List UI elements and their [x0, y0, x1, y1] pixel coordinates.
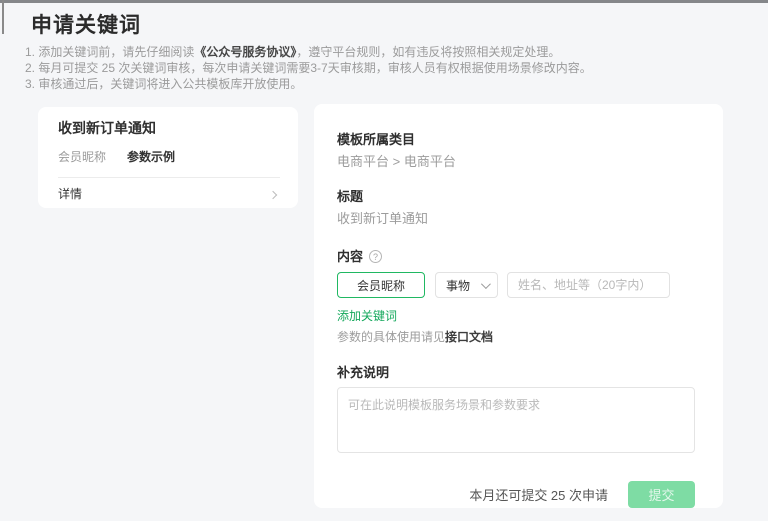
submit-button[interactable]: 提交: [628, 481, 695, 508]
title-value: 收到新订单通知: [337, 212, 695, 225]
preview-param-row: 会员昵称 参数示例: [58, 150, 280, 165]
detail-label: 详情: [58, 187, 82, 202]
title-label: 标题: [337, 190, 695, 203]
param-example-input[interactable]: [507, 272, 670, 298]
keyword-editor-row: 事物: [337, 272, 695, 298]
preview-detail-row[interactable]: 详情: [58, 187, 280, 202]
quota-text: 本月还可提交 25 次申请: [469, 485, 608, 504]
window-left-edge: [2, 0, 4, 34]
doc-hint-text: 参数的具体使用请见: [337, 330, 445, 344]
preview-divider: [58, 177, 280, 178]
chevron-right-icon: [269, 190, 277, 198]
page-title: 申请关键词: [31, 9, 141, 39]
content-label-row: 内容 ?: [337, 250, 695, 263]
api-doc-link[interactable]: 接口文档: [445, 330, 493, 344]
keyword-input[interactable]: [337, 272, 425, 298]
preview-param-key: 会员昵称: [58, 150, 106, 165]
param-type-select[interactable]: 事物: [435, 272, 498, 298]
service-agreement-link[interactable]: 《公众号服务协议》: [194, 45, 296, 59]
note-1-suffix: ，遵守平台规则，如有违反将按照相关规定处理。: [296, 45, 560, 59]
doc-hint: 参数的具体使用请见接口文档: [337, 330, 695, 345]
note-1-text: 1. 添加关键词前，请先仔细阅读: [25, 45, 194, 59]
template-preview-card: 收到新订单通知 会员昵称 参数示例 详情: [38, 107, 298, 208]
form-footer: 本月还可提交 25 次申请 提交: [337, 481, 695, 508]
note-line-2: 2. 每月可提交 25 次关键词审核，每次申请关键词需要3-7天审核期，审核人员…: [25, 60, 592, 76]
add-keyword-link[interactable]: 添加关键词: [337, 309, 397, 324]
content-label: 内容: [337, 250, 363, 263]
preview-title: 收到新订单通知: [58, 119, 280, 137]
note-line-3: 3. 审核通过后，关键词将进入公共模板库开放使用。: [25, 76, 592, 92]
window-top-edge: [0, 0, 768, 3]
preview-param-value: 参数示例: [127, 150, 175, 165]
remark-label: 补充说明: [337, 366, 695, 379]
help-question-icon[interactable]: ?: [369, 250, 382, 263]
chevron-down-icon: [481, 279, 491, 289]
category-label: 模板所属类目: [337, 133, 695, 146]
remark-textarea[interactable]: [337, 387, 695, 453]
note-line-1: 1. 添加关键词前，请先仔细阅读《公众号服务协议》，遵守平台规则，如有违反将按照…: [25, 44, 592, 60]
category-value: 电商平台 > 电商平台: [337, 155, 695, 168]
instruction-notes: 1. 添加关键词前，请先仔细阅读《公众号服务协议》，遵守平台规则，如有违反将按照…: [25, 44, 592, 92]
param-type-value: 事物: [446, 277, 470, 294]
keyword-form-card: 模板所属类目 电商平台 > 电商平台 标题 收到新订单通知 内容 ? 事物 添加…: [314, 104, 723, 508]
